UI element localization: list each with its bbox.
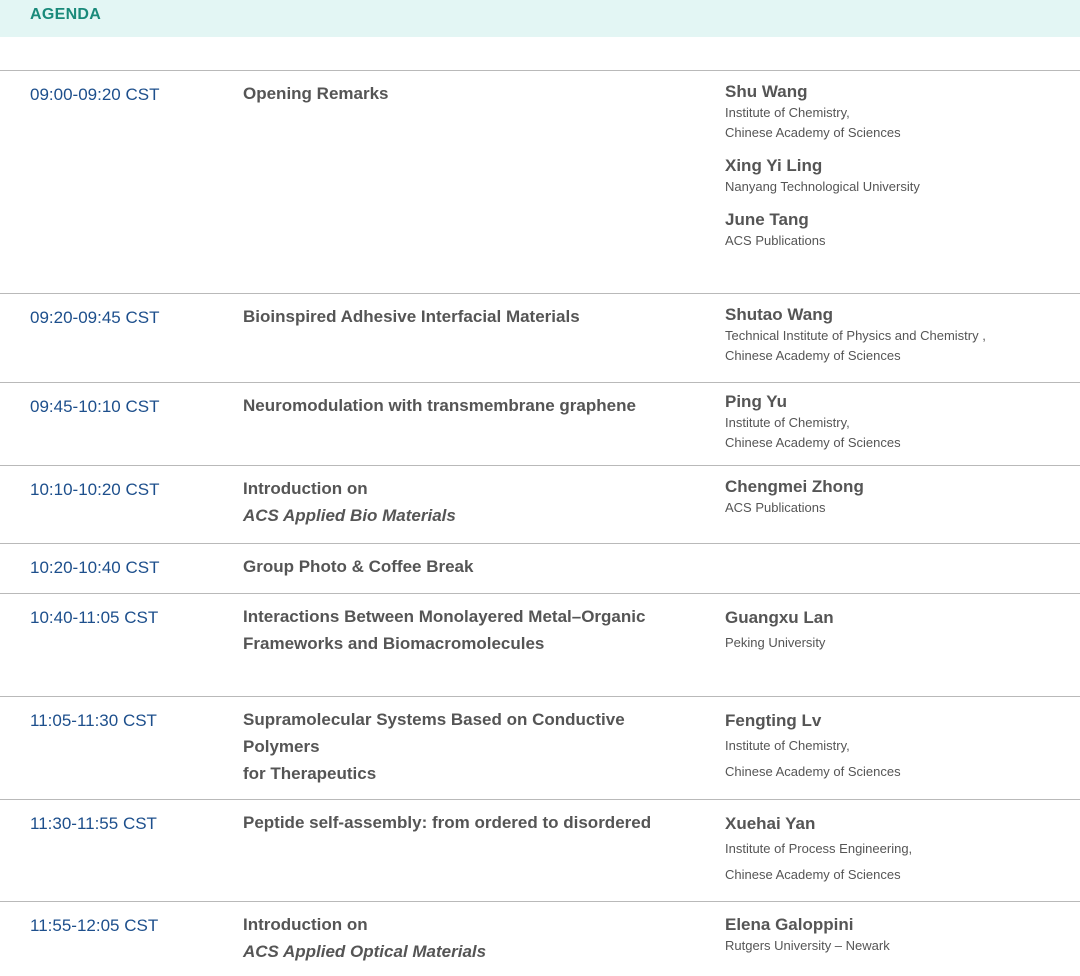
agenda-row: 09:00-09:20 CST Opening Remarks Shu Wang… <box>0 70 1080 293</box>
speaker-affiliation: Chinese Academy of Sciences <box>725 435 901 450</box>
speaker-name: Xing Yi Ling <box>725 156 823 175</box>
session-title: Group Photo & Coffee Break <box>243 557 703 580</box>
speaker-list: Xuehai Yan Institute of Process Engineer… <box>725 812 1065 900</box>
session-title-line: Bioinspired Adhesive Interfacial Materia… <box>243 307 580 326</box>
session-title: Supramolecular Systems Based on Conducti… <box>243 710 703 787</box>
session-title-line: Neuromodulation with transmembrane graph… <box>243 396 636 415</box>
agenda-row: 09:20-09:45 CST Bioinspired Adhesive Int… <box>0 293 1080 382</box>
speaker-affiliation: Institute of Chemistry, <box>725 738 850 753</box>
speaker-affiliation: Chinese Academy of Sciences <box>725 764 901 779</box>
speaker-name: Fengting Lv <box>725 711 822 730</box>
speaker: Guangxu Lan Peking University <box>725 606 1065 656</box>
session-time: 09:20-09:45 CST <box>30 308 160 327</box>
agenda-table: 09:00-09:20 CST Opening Remarks Shu Wang… <box>0 70 1080 976</box>
speaker-name: Shutao Wang <box>725 305 833 324</box>
agenda-row: 11:05-11:30 CST Supramolecular Systems B… <box>0 696 1080 799</box>
session-title-line: Introduction on <box>243 915 368 934</box>
agenda-row: 11:55-12:05 CST Introduction on ACS Appl… <box>0 901 1080 976</box>
speaker-name: Guangxu Lan <box>725 608 834 627</box>
speaker-list: Fengting Lv Institute of Chemistry, Chin… <box>725 709 1065 797</box>
speaker-affiliation: Rutgers University – Newark <box>725 938 890 953</box>
speaker-name: Elena Galoppini <box>725 915 854 934</box>
session-title: Introduction on ACS Applied Bio Material… <box>243 479 703 529</box>
speaker-name: Xuehai Yan <box>725 814 816 833</box>
session-time: 11:55-12:05 CST <box>30 916 159 935</box>
speaker: Chengmei Zhong ACS Publications <box>725 476 1065 518</box>
agenda-row: 10:10-10:20 CST Introduction on ACS Appl… <box>0 465 1080 543</box>
speaker-affiliation: ACS Publications <box>725 500 826 515</box>
speaker-list: Guangxu Lan Peking University <box>725 606 1065 668</box>
speaker: Fengting Lv Institute of Chemistry, Chin… <box>725 709 1065 785</box>
session-time: 09:45-10:10 CST <box>30 397 160 416</box>
speaker-affiliation: Institute of Chemistry, <box>725 105 850 120</box>
session-title: Neuromodulation with transmembrane graph… <box>243 396 703 419</box>
speaker: Xing Yi Ling Nanyang Technological Unive… <box>725 155 1065 197</box>
session-title-line: Frameworks and Biomacromolecules <box>243 634 545 653</box>
session-time: 10:10-10:20 CST <box>30 480 160 499</box>
session-title-line: Supramolecular Systems Based on Conducti… <box>243 710 625 756</box>
speaker-affiliation: Technical Institute of Physics and Chemi… <box>725 328 986 343</box>
speaker-name: Chengmei Zhong <box>725 477 864 496</box>
session-title-line: Opening Remarks <box>243 84 389 103</box>
speaker-affiliation: Institute of Chemistry, <box>725 415 850 430</box>
speaker-list: Shutao Wang Technical Institute of Physi… <box>725 304 1065 378</box>
session-title-line: Group Photo & Coffee Break <box>243 557 474 576</box>
session-title: Opening Remarks <box>243 84 703 107</box>
speaker: Shu Wang Institute of Chemistry, Chinese… <box>725 81 1065 143</box>
agenda-row: 10:20-10:40 CST Group Photo & Coffee Bre… <box>0 543 1080 593</box>
speaker: Ping Yu Institute of Chemistry, Chinese … <box>725 391 1065 453</box>
session-title-line: Introduction on <box>243 479 368 498</box>
agenda-header: AGENDA <box>0 0 1080 37</box>
speaker-affiliation: Peking University <box>725 635 826 650</box>
speaker: Elena Galoppini Rutgers University – New… <box>725 914 1065 956</box>
journal-name: ACS Applied Optical Materials <box>243 942 487 961</box>
speaker-name: Shu Wang <box>725 82 808 101</box>
speaker-affiliation: ACS Publications <box>725 233 826 248</box>
session-time: 09:00-09:20 CST <box>30 85 160 104</box>
speaker-affiliation: Nanyang Technological University <box>725 179 920 194</box>
agenda-row: 10:40-11:05 CST Interactions Between Mon… <box>0 593 1080 696</box>
session-title: Bioinspired Adhesive Interfacial Materia… <box>243 307 703 330</box>
session-time: 11:05-11:30 CST <box>30 711 157 730</box>
session-time: 10:40-11:05 CST <box>30 608 159 627</box>
speaker-name: June Tang <box>725 210 809 229</box>
agenda-row: 11:30-11:55 CST Peptide self-assembly: f… <box>0 799 1080 901</box>
session-title: Interactions Between Monolayered Metal–O… <box>243 607 703 657</box>
session-time: 11:30-11:55 CST <box>30 814 157 833</box>
speaker-list: Elena Galoppini Rutgers University – New… <box>725 914 1065 968</box>
speaker-list: Ping Yu Institute of Chemistry, Chinese … <box>725 391 1065 465</box>
journal-name: ACS Applied Bio Materials <box>243 506 456 525</box>
speaker-affiliation: Chinese Academy of Sciences <box>725 867 901 882</box>
speaker-affiliation: Chinese Academy of Sciences <box>725 125 901 140</box>
speaker-list: Chengmei Zhong ACS Publications <box>725 476 1065 530</box>
speaker-affiliation: Institute of Process Engineering, <box>725 841 913 856</box>
session-title: Peptide self-assembly: from ordered to d… <box>243 813 703 836</box>
agenda-title: AGENDA <box>30 6 102 23</box>
speaker-name: Ping Yu <box>725 392 788 411</box>
speaker-affiliation: Chinese Academy of Sciences <box>725 348 901 363</box>
speaker: Shutao Wang Technical Institute of Physi… <box>725 304 1065 366</box>
speaker-list: Shu Wang Institute of Chemistry, Chinese… <box>725 81 1065 263</box>
speaker: Xuehai Yan Institute of Process Engineer… <box>725 812 1065 888</box>
speaker: June Tang ACS Publications <box>725 209 1065 251</box>
session-time: 10:20-10:40 CST <box>30 558 160 577</box>
session-title-line: Interactions Between Monolayered Metal–O… <box>243 607 646 626</box>
session-title: Introduction on ACS Applied Optical Mate… <box>243 915 703 965</box>
session-title-line: for Therapeutics <box>243 764 377 783</box>
agenda-row: 09:45-10:10 CST Neuromodulation with tra… <box>0 382 1080 465</box>
session-title-line: Peptide self-assembly: from ordered to d… <box>243 813 652 832</box>
